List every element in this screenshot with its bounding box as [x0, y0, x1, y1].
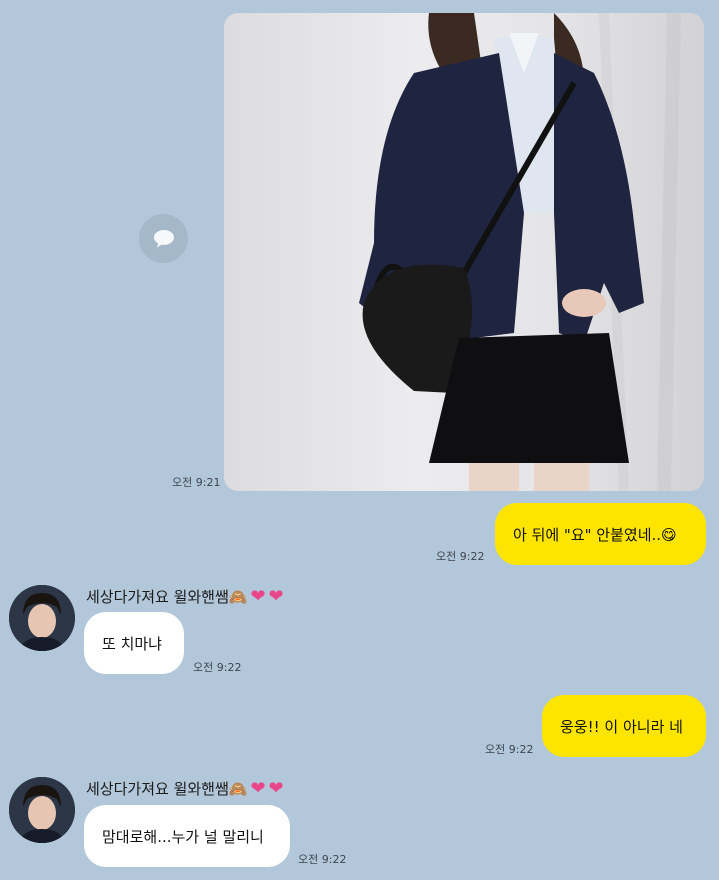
sender-name: 세상다가져요 윌와핸쌤🙈 ❤ ❤: [86, 778, 284, 799]
speech-bubble-icon: [153, 229, 174, 247]
timestamp: 오전 9:22: [193, 661, 242, 674]
heart-icon: ❤: [268, 585, 284, 607]
timestamp: 오전 9:22: [485, 743, 534, 756]
timestamp: 오전 9:21: [172, 476, 221, 489]
their-message-bubble[interactable]: 또 치마냐: [84, 612, 184, 674]
heart-icon: ❤: [250, 585, 266, 607]
profile-photo: [9, 585, 75, 651]
my-message-bubble[interactable]: 웅웅!! 이 아니라 네: [542, 695, 706, 757]
timestamp: 오전 9:22: [298, 853, 347, 866]
sender-name-text: 세상다가져요 윌와핸쌤🙈: [86, 780, 248, 798]
profile-photo: [9, 777, 75, 843]
avatar[interactable]: [9, 777, 75, 843]
their-message-bubble[interactable]: 맘대로해...누가 널 말리니: [84, 805, 290, 867]
shared-photo[interactable]: [224, 13, 704, 491]
timestamp: 오전 9:22: [436, 550, 485, 563]
my-message-bubble[interactable]: 아 뒤에 "요" 안붙였네..😋: [495, 503, 706, 565]
share-button[interactable]: [139, 214, 188, 263]
avatar[interactable]: [9, 585, 75, 651]
heart-icon: ❤: [250, 777, 266, 799]
heart-icon: ❤: [268, 777, 284, 799]
sender-name: 세상다가져요 윌와핸쌤🙈 ❤ ❤: [86, 586, 284, 607]
photo-illustration: [359, 13, 681, 491]
sender-name-text: 세상다가져요 윌와핸쌤🙈: [86, 588, 248, 606]
